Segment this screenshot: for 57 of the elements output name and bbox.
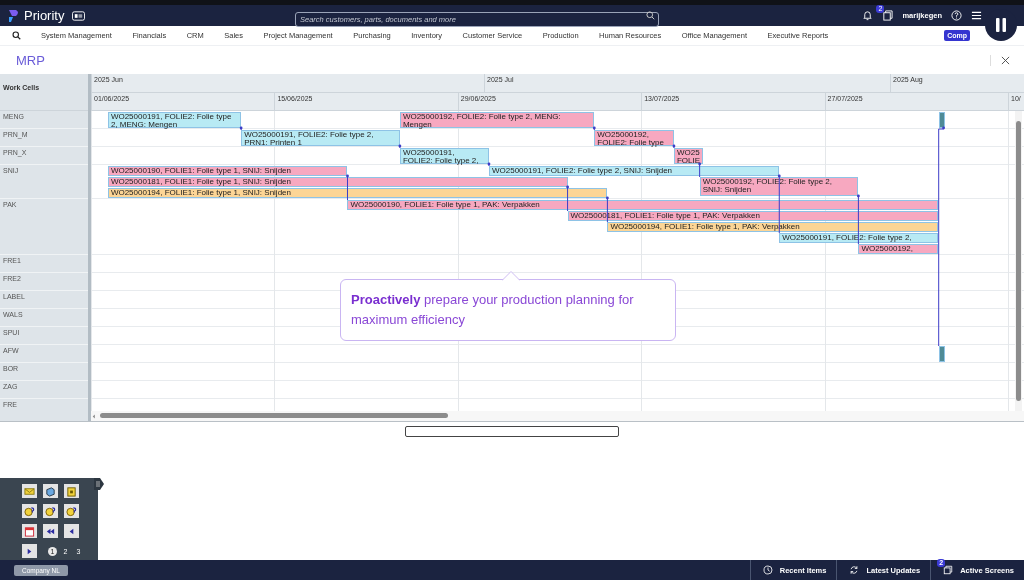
close-icon[interactable] xyxy=(1001,55,1010,65)
coin-question-icon xyxy=(24,505,35,517)
order-bar[interactable]: WO25000194, FOLIE1: Folie type 1, SNIJ: Snijden xyxy=(107,188,608,198)
cube-icon xyxy=(45,485,56,497)
connector-line xyxy=(566,185,569,212)
scrollbar[interactable] xyxy=(91,411,1024,421)
tool-button[interactable] xyxy=(64,504,79,518)
windows-icon xyxy=(943,565,954,575)
order-bar[interactable]: WO25000191, FOLIE2: Folie type 2, MENG: Mengen xyxy=(107,112,242,128)
order-bar[interactable]: WO25000190, FOLIE1: Folie type 1, PAK: Verpakken xyxy=(347,200,939,210)
connector-line xyxy=(672,144,676,149)
connector-line xyxy=(398,144,402,149)
page-title: MRP xyxy=(16,52,45,68)
tool-button[interactable] xyxy=(43,524,58,538)
splitter-handle[interactable] xyxy=(405,426,619,437)
order-bar[interactable]: WO25000192, xyxy=(858,244,939,254)
coin-question-icon xyxy=(45,505,56,517)
envelope-icon xyxy=(24,485,35,497)
order-bar[interactable]: WO25000181, FOLIE1: Folie type 1, SNIJ: Snijden xyxy=(107,177,568,187)
windows-icon[interactable] xyxy=(882,10,894,21)
connector-line xyxy=(698,162,702,178)
bell-icon[interactable] xyxy=(862,10,874,21)
order-bar[interactable] xyxy=(938,112,945,128)
scrollbar[interactable] xyxy=(1015,111,1022,411)
search-icon[interactable] xyxy=(646,11,655,20)
tool-button[interactable] xyxy=(64,484,79,498)
order-bar[interactable]: WO25000192, FOLIE2: Folie type xyxy=(594,130,674,146)
tooltip-text: Proactively prepare your production planning for maximum efficiency xyxy=(351,291,635,329)
order-bar[interactable]: WO25000190, FOLIE1: Folie type 1, SNIJ: Snijden xyxy=(107,166,348,176)
order-bar[interactable]: WO25000191, FOLIE2: Folie type 2, SNIJ: Snijden xyxy=(488,166,780,176)
connector-line xyxy=(239,126,243,131)
order-bar[interactable]: WO25 FOLIE xyxy=(673,148,704,164)
tool-button[interactable] xyxy=(43,484,58,498)
tool-button[interactable] xyxy=(64,524,79,538)
order-bar[interactable]: WO25000192, FOLIE2: Folie type 2, MENG: Mengen xyxy=(399,112,595,128)
clock-icon xyxy=(762,565,773,575)
logo-icon xyxy=(8,8,20,23)
connector-line xyxy=(592,126,596,131)
order-bar[interactable]: WO25000191, FOLIE2: Folie type 2, xyxy=(399,148,489,164)
connector-line xyxy=(487,162,491,167)
tool-button[interactable] xyxy=(22,504,37,518)
tool-button[interactable] xyxy=(22,524,37,538)
help-icon[interactable] xyxy=(951,10,962,21)
id-card-icon[interactable] xyxy=(72,10,86,21)
search-icon[interactable] xyxy=(12,31,21,40)
order-bar[interactable] xyxy=(938,346,945,362)
menu-icon[interactable] xyxy=(94,478,104,490)
app-name: Priority xyxy=(24,8,65,23)
coin-question-icon xyxy=(66,505,77,517)
order-bar[interactable]: WO25000191, FOLIE2: Folie type 2, PRN1: Printen 1 xyxy=(241,130,400,146)
connector-line xyxy=(346,174,349,201)
tool-button[interactable] xyxy=(43,504,58,518)
calendar-icon xyxy=(24,525,35,537)
menu-icon[interactable] xyxy=(971,10,982,21)
refresh-icon xyxy=(849,565,860,575)
clipboard-icon xyxy=(66,485,77,497)
play-button[interactable] xyxy=(22,544,37,558)
